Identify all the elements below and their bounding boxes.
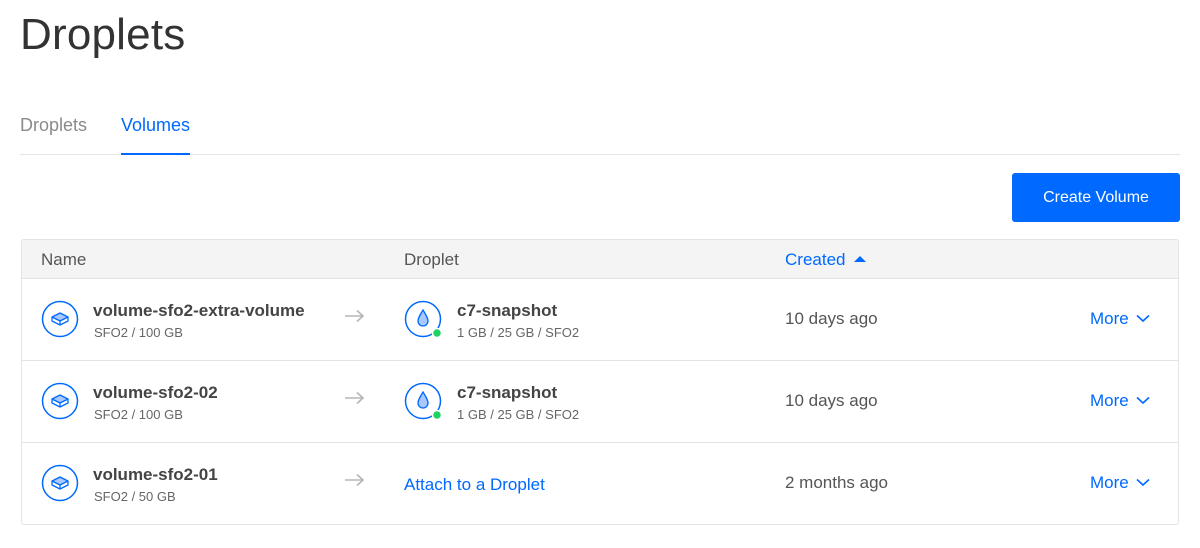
created-value: 2 months ago — [785, 473, 889, 492]
volume-meta: SFO2 / 50 GB — [94, 489, 176, 504]
arrow-right-icon — [345, 391, 365, 405]
volume-meta: SFO2 / 100 GB — [94, 407, 183, 422]
droplet-name[interactable]: c7-snapshot — [457, 301, 557, 321]
volume-name[interactable]: volume-sfo2-01 — [93, 465, 218, 485]
volume-name[interactable]: volume-sfo2-extra-volume — [93, 301, 305, 321]
column-header-created-label: Created — [785, 250, 846, 269]
table-row: volume-sfo2-01 SFO2 / 50 GB Attach to a … — [22, 443, 1178, 524]
sort-ascending-icon — [854, 256, 867, 262]
table-row: volume-sfo2-extra-volume SFO2 / 100 GB c… — [22, 279, 1178, 361]
more-label: More — [1090, 391, 1129, 410]
created-value: 10 days ago — [785, 309, 878, 328]
more-menu-button[interactable]: More — [1090, 309, 1150, 329]
droplet-icon — [404, 300, 443, 339]
droplet-name[interactable]: c7-snapshot — [457, 383, 557, 403]
arrow-right-icon — [345, 309, 365, 323]
more-menu-button[interactable]: More — [1090, 391, 1150, 411]
droplet-icon — [404, 382, 443, 421]
volume-disk-icon — [41, 464, 79, 502]
droplet-meta: 1 GB / 25 GB / SFO2 — [457, 325, 580, 340]
volume-disk-icon — [41, 300, 79, 338]
status-dot — [431, 409, 443, 421]
more-label: More — [1090, 309, 1129, 328]
tab-bar: Droplets Volumes — [20, 112, 1180, 155]
status-dot — [431, 327, 443, 339]
volumes-table: Name Droplet Created volume-sfo2-extra-v… — [21, 239, 1179, 525]
chevron-down-icon — [1136, 396, 1150, 405]
volume-meta: SFO2 / 100 GB — [94, 325, 183, 340]
page: Droplets Droplets Volumes Create Volume … — [0, 0, 1200, 548]
volume-disk-icon — [41, 382, 79, 420]
chevron-down-icon — [1136, 314, 1150, 323]
chevron-down-icon — [1136, 478, 1150, 487]
volume-name[interactable]: volume-sfo2-02 — [93, 383, 218, 403]
column-header-droplet[interactable]: Droplet — [404, 250, 459, 270]
arrow-right-icon — [345, 473, 365, 487]
tab-droplets[interactable]: Droplets — [20, 112, 87, 155]
tab-volumes[interactable]: Volumes — [121, 112, 191, 155]
column-header-name[interactable]: Name — [41, 250, 86, 270]
droplet-meta: 1 GB / 25 GB / SFO2 — [457, 407, 580, 422]
created-value: 10 days ago — [785, 391, 878, 410]
page-title: Droplets — [20, 10, 186, 59]
attach-droplet-link[interactable]: Attach to a Droplet — [404, 475, 545, 495]
table-header: Name Droplet Created — [22, 240, 1178, 279]
table-row: volume-sfo2-02 SFO2 / 100 GB c7-snapshot… — [22, 361, 1178, 443]
more-menu-button[interactable]: More — [1090, 473, 1150, 493]
create-volume-button[interactable]: Create Volume — [1012, 173, 1180, 222]
column-header-created[interactable]: Created — [785, 250, 867, 270]
more-label: More — [1090, 473, 1129, 492]
